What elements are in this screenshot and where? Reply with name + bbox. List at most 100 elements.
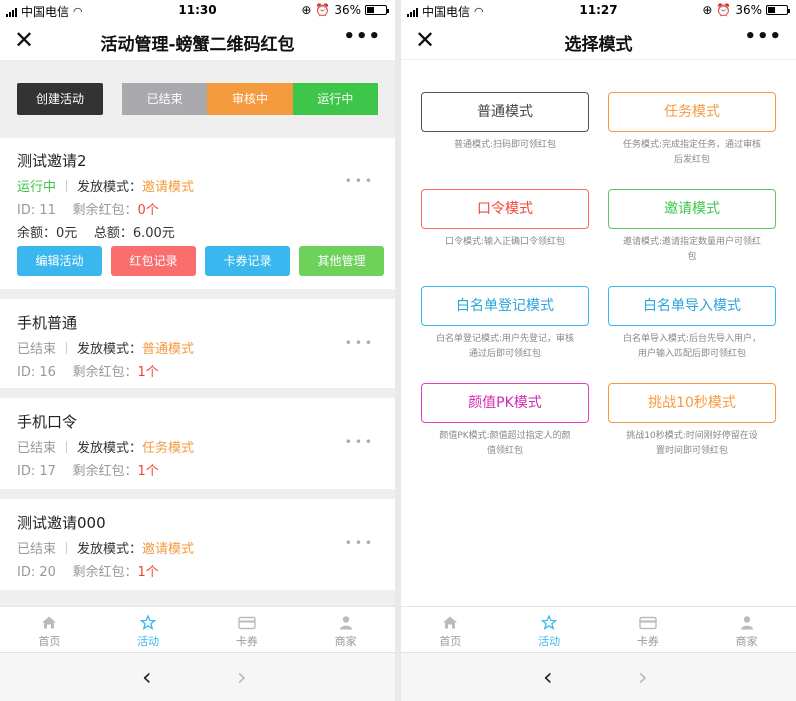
close-icon[interactable]: ✕ [14,26,34,54]
divider [66,342,68,354]
activity-name: 手机普通 [17,314,78,332]
remaining-label: 剩余红包： [72,565,138,580]
filter-running[interactable]: 运行中 [292,83,378,115]
mode-label: 发放模式： [77,342,143,357]
divider [0,388,395,398]
tab-bar: 首页 活动 卡券 商家 [401,606,796,652]
activity-card[interactable]: 测试邀请000 ••• 已结束 发放模式：邀请模式 ID: 20 剩余红包：1个 [0,499,395,589]
remaining-value: 1个 [137,565,159,580]
activity-card[interactable]: 测试邀请2 ••• 运行中 发放模式：邀请模式 ID: 11 剩余红包：0个 余额… [0,138,395,288]
more-icon[interactable]: ••• [744,26,782,47]
battery-percent: 36% [334,3,361,17]
activity-status: 已结束 [17,542,57,557]
remaining-label: 剩余红包： [72,365,138,380]
activity-card[interactable]: 手机普通 ••• 已结束 发放模式：普通模式 ID: 16 剩余红包：1个 [0,299,395,387]
total: 总额：6.00元 [93,226,175,241]
tab-merchant[interactable]: 商家 [697,607,796,652]
close-icon[interactable]: ✕ [415,26,435,54]
card-more-icon[interactable]: ••• [345,435,375,449]
mode-value: 邀请模式 [142,542,195,557]
activity-id: ID: 17 [17,464,56,479]
mode-face-pk-button[interactable]: 颜值PK模式 [421,383,589,423]
mode-whitelist-register-button[interactable]: 白名单登记模式 [421,286,589,326]
tab-bar: 首页 活动 卡券 商家 [0,606,395,652]
mode-task-button[interactable]: 任务模式 [608,92,776,132]
tab-label: 商家 [735,635,758,648]
right-screen: 中国电信 ◠ 11:27 ⊕ ⏰ 36% ✕ 选择模式 ••• 普通模式 普通模… [401,0,796,701]
mode-value: 邀请模式 [142,180,195,195]
forward-arrow-icon[interactable]: › [237,663,247,691]
nav-bar: ✕ 活动管理-螃蟹二维码红包 ••• [0,20,395,60]
tab-merchant[interactable]: 商家 [296,607,395,652]
mode-whitelist-import-desc: 白名单导入模式:后台先导入用户，用户输入匹配后即可领红包 [622,334,762,359]
tab-coupons[interactable]: 卡券 [599,607,698,652]
tab-activity[interactable]: 活动 [99,607,198,652]
activity-id-row: ID: 16 剩余红包：1个 [17,361,159,380]
activity-name: 测试邀请000 [17,514,106,532]
alarm-icon: ⏰ [315,3,331,17]
activity-money-row: 余额：0元 总额：6.00元 [17,222,175,241]
left-screen: 中国电信 ◠ 11:30 ⊕ ⏰ 36% ✕ 活动管理-螃蟹二维码红包 ••• … [0,0,395,701]
coupon-records-button[interactable]: 卡券记录 [205,246,290,276]
battery-percent: 36% [735,3,762,17]
card-icon [639,616,657,630]
create-activity-button[interactable]: 创建活动 [17,83,103,115]
mode-challenge-10s-desc: 挑战10秒模式:时间刚好停留在设置时间即可领红包 [626,431,758,456]
remaining-value: 0个 [137,203,159,218]
card-more-icon[interactable]: ••• [345,536,375,550]
filter-reviewing[interactable]: 审核中 [207,83,293,115]
activity-status-row: 已结束 发放模式：邀请模式 [17,538,194,557]
rotation-lock-icon: ⊕ [702,3,713,17]
mode-normal-desc: 普通模式:扫码即可领红包 [453,140,557,150]
activity-name: 手机口令 [17,413,78,431]
mode-normal-button[interactable]: 普通模式 [421,92,589,132]
tab-home[interactable]: 首页 [401,607,500,652]
card-more-icon[interactable]: ••• [345,174,375,188]
tab-activity[interactable]: 活动 [500,607,599,652]
status-right: ⊕ ⏰ 36% [702,3,790,17]
tab-home[interactable]: 首页 [0,607,99,652]
page-title: 选择模式 [564,35,633,55]
back-arrow-icon[interactable]: ‹ [142,663,152,691]
star-icon [541,614,558,630]
redpacket-records-button[interactable]: 红包记录 [111,246,196,276]
tab-label: 商家 [334,635,357,648]
divider [0,489,395,499]
mode-challenge-10s-button[interactable]: 挑战10秒模式 [608,383,776,423]
activity-status-row: 已结束 发放模式：普通模式 [17,338,194,357]
mode-whitelist-register-desc: 白名单登记模式:用户先登记，审核通过后即可领红包 [435,334,575,359]
card-more-icon[interactable]: ••• [345,336,375,350]
tab-coupons[interactable]: 卡券 [198,607,297,652]
forward-arrow-icon[interactable]: › [638,663,648,691]
mode-label: 发放模式： [77,180,143,195]
status-bar: 中国电信 ◠ 11:27 ⊕ ⏰ 36% [401,0,796,20]
tab-label: 卡券 [235,635,258,648]
more-icon[interactable]: ••• [343,26,381,47]
activity-status-row: 运行中 发放模式：邀请模式 [17,176,194,195]
activity-toolbar: 创建活动 已结束 审核中 运行中 [0,60,395,138]
user-icon [740,616,753,630]
mode-invite-button[interactable]: 邀请模式 [608,189,776,229]
back-arrow-icon[interactable]: ‹ [543,663,553,691]
status-filter: 已结束 审核中 运行中 [122,83,378,115]
remaining-label: 剩余红包： [72,464,138,479]
tab-label: 首页 [38,635,61,648]
other-management-button[interactable]: 其他管理 [299,246,384,276]
status-right: ⊕ ⏰ 36% [301,3,389,17]
mode-password-button[interactable]: 口令模式 [421,189,589,229]
star-icon [140,614,157,630]
mode-invite-desc: 邀请模式:邀请指定数量用户可领红包 [622,237,762,262]
activity-actions: 编辑活动 红包记录 卡券记录 其他管理 [17,246,384,276]
mode-whitelist-import-button[interactable]: 白名单导入模式 [608,286,776,326]
battery-icon [365,5,389,15]
tab-label: 卡券 [636,635,659,648]
remaining-value: 1个 [137,464,159,479]
activity-status: 已结束 [17,441,57,456]
edit-activity-button[interactable]: 编辑活动 [17,246,102,276]
home-icon [443,616,458,629]
balance: 余额：0元 [17,226,78,241]
filter-ended[interactable]: 已结束 [122,83,208,115]
activity-card[interactable]: 手机口令 ••• 已结束 发放模式：任务模式 ID: 17 剩余红包：1个 [0,398,395,488]
battery-icon [766,5,790,15]
alarm-icon: ⏰ [716,3,732,17]
